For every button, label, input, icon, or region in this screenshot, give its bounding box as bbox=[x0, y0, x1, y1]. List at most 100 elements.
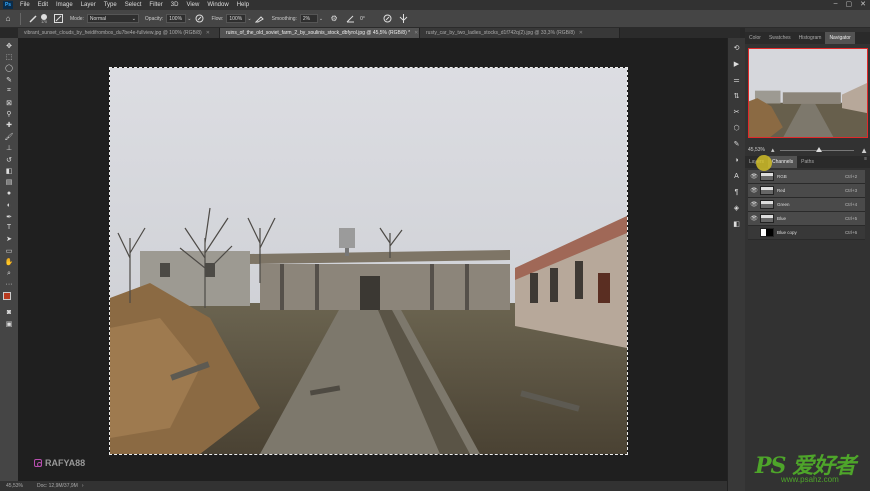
status-zoom[interactable]: 45,53% bbox=[6, 483, 23, 489]
channel-row-red[interactable]: 👁 Red Ctrl+3 bbox=[748, 184, 865, 198]
navigator-zoom-slider[interactable] bbox=[780, 146, 855, 152]
move-icon[interactable]: ✥ bbox=[2, 40, 16, 51]
eye-icon[interactable]: 👁 bbox=[750, 173, 758, 180]
gear-icon[interactable]: ⚙ bbox=[329, 14, 339, 24]
marquee-icon[interactable]: ⬚ bbox=[2, 51, 16, 62]
eye-icon[interactable]: 👁 bbox=[750, 201, 758, 208]
channel-row-blue[interactable]: 👁 Blue Ctrl+5 bbox=[748, 212, 865, 226]
paragraph-icon[interactable]: ¶ bbox=[731, 186, 743, 198]
3d-icon[interactable]: ⬡ bbox=[731, 122, 743, 134]
tab-sunset-clouds[interactable]: vibrant_sunset_clouds_by_heidifrombos_du… bbox=[18, 28, 220, 38]
brush-icon[interactable]: 🖌 bbox=[2, 131, 16, 142]
maximize-icon[interactable]: ▢ bbox=[846, 0, 853, 8]
more-icon[interactable]: ··· bbox=[2, 279, 16, 290]
brush-settings-icon[interactable] bbox=[53, 14, 63, 24]
tab-navigator[interactable]: Navigator bbox=[825, 32, 855, 44]
color-swatches[interactable] bbox=[2, 291, 16, 307]
menu-3d[interactable]: 3D bbox=[167, 2, 183, 8]
zoom-in-icon[interactable]: ▲ bbox=[860, 146, 868, 155]
minimize-icon[interactable]: – bbox=[834, 0, 838, 8]
mode-select[interactable]: Normal ⌄ bbox=[86, 14, 139, 23]
panel-menu-icon[interactable]: ≡ bbox=[864, 156, 867, 168]
smoothing-input[interactable]: 2% bbox=[299, 14, 318, 23]
path-select-icon[interactable]: ➤ bbox=[2, 234, 16, 245]
tab-soviet-farm[interactable]: ruins_of_the_old_soviet_farm_2_by_soulin… bbox=[220, 28, 420, 38]
flow-input[interactable]: 100% bbox=[226, 14, 247, 23]
libraries-icon[interactable]: ⇅ bbox=[731, 90, 743, 102]
color-wheel-icon[interactable]: ◑ bbox=[731, 154, 743, 166]
history-icon[interactable]: ⟲ bbox=[731, 42, 743, 54]
tab-rusty-car[interactable]: rusty_car_by_two_ladies_stocks_d1f742q(2… bbox=[420, 28, 620, 38]
navigator-view-frame[interactable] bbox=[748, 48, 868, 138]
navigator-zoom-value[interactable]: 45,53% bbox=[748, 147, 765, 153]
zoom-icon[interactable]: ⌕ bbox=[2, 268, 16, 279]
opacity-input[interactable]: 100% bbox=[166, 14, 187, 23]
menu-type[interactable]: Type bbox=[100, 2, 121, 8]
blur-icon[interactable]: ● bbox=[2, 188, 16, 199]
brush-size-picker[interactable]: 170 bbox=[41, 13, 47, 24]
menu-file[interactable]: File bbox=[16, 2, 34, 8]
navigator-preview[interactable] bbox=[748, 48, 868, 138]
status-arrow-icon[interactable]: › bbox=[82, 483, 84, 489]
close-icon[interactable]: ✕ bbox=[860, 0, 866, 8]
channel-row-green[interactable]: 👁 Green Ctrl+4 bbox=[748, 198, 865, 212]
pressure-size-icon[interactable] bbox=[382, 14, 392, 24]
tab-histogram[interactable]: Histogram bbox=[795, 32, 826, 44]
home-icon[interactable]: ⌂ bbox=[3, 14, 13, 24]
play-icon[interactable]: ▶ bbox=[731, 58, 743, 70]
close-icon[interactable]: ✕ bbox=[579, 30, 583, 36]
menu-image[interactable]: Image bbox=[52, 2, 77, 8]
brush-preset-icon[interactable] bbox=[28, 14, 38, 24]
tab-channels[interactable]: Channels bbox=[768, 156, 798, 168]
healing-icon[interactable]: ✚ bbox=[2, 120, 16, 131]
gradient-icon[interactable]: ▤ bbox=[2, 177, 16, 188]
zoom-out-icon[interactable]: ▴ bbox=[771, 146, 775, 154]
history-brush-icon[interactable]: ↺ bbox=[2, 154, 16, 165]
quick-mask-icon[interactable]: ◙ bbox=[2, 307, 16, 318]
photoshop-logo-icon[interactable]: Ps bbox=[3, 1, 13, 9]
pressure-opacity-icon[interactable] bbox=[194, 14, 204, 24]
menu-layer[interactable]: Layer bbox=[77, 2, 100, 8]
canvas-area[interactable]: RAFYA88 bbox=[18, 38, 740, 481]
character-icon[interactable]: A bbox=[731, 170, 743, 182]
glyphs-icon[interactable]: ◈ bbox=[731, 202, 743, 214]
dodge-icon[interactable]: ◐ bbox=[2, 199, 16, 210]
menu-select[interactable]: Select bbox=[121, 2, 146, 8]
smoothing-dropdown-icon[interactable]: ⌄ bbox=[319, 16, 323, 22]
menu-view[interactable]: View bbox=[182, 2, 203, 8]
quick-select-icon[interactable]: ✎ bbox=[2, 74, 16, 85]
screen-mode-icon[interactable]: ▣ bbox=[2, 318, 16, 329]
properties-icon[interactable]: ◧ bbox=[731, 218, 743, 230]
opacity-dropdown-icon[interactable]: ⌄ bbox=[187, 16, 191, 22]
airbrush-icon[interactable] bbox=[255, 14, 265, 24]
foreground-color-swatch[interactable] bbox=[3, 291, 11, 300]
eye-icon[interactable]: 👁 bbox=[750, 187, 758, 194]
document-image[interactable] bbox=[109, 67, 628, 455]
tools-icon[interactable]: ✂ bbox=[731, 106, 743, 118]
pen-icon[interactable]: ✒ bbox=[2, 211, 16, 222]
close-icon[interactable]: ✕ bbox=[206, 30, 210, 36]
shape-icon[interactable]: ▭ bbox=[2, 245, 16, 256]
menu-window[interactable]: Window bbox=[203, 2, 232, 8]
symmetry-icon[interactable] bbox=[398, 14, 408, 24]
crop-icon[interactable]: ⌗ bbox=[2, 86, 16, 97]
close-icon[interactable]: ✕ bbox=[414, 30, 418, 36]
menu-help[interactable]: Help bbox=[233, 2, 253, 8]
frame-icon[interactable]: ⊠ bbox=[2, 97, 16, 108]
angle-input[interactable]: 0° bbox=[358, 14, 374, 23]
eye-icon[interactable]: 👁 bbox=[750, 215, 758, 222]
menu-edit[interactable]: Edit bbox=[34, 2, 52, 8]
channel-row-blue-copy[interactable]: Blue copy Ctrl+6 bbox=[748, 226, 865, 240]
eyedropper-icon[interactable]: ⚲ bbox=[2, 108, 16, 119]
lasso-icon[interactable]: ◯ bbox=[2, 63, 16, 74]
angle-icon[interactable] bbox=[345, 14, 355, 24]
zoom-slider-handle[interactable] bbox=[815, 146, 822, 152]
stamp-icon[interactable]: ⊥ bbox=[2, 143, 16, 154]
eraser-icon[interactable]: ◧ bbox=[2, 165, 16, 176]
hand-icon[interactable]: ✋ bbox=[2, 256, 16, 267]
tab-paths[interactable]: Paths bbox=[797, 156, 818, 168]
menu-filter[interactable]: Filter bbox=[145, 2, 166, 8]
tab-swatches[interactable]: Swatches bbox=[765, 32, 795, 44]
type-icon[interactable]: T bbox=[2, 222, 16, 233]
flow-dropdown-icon[interactable]: ⌄ bbox=[247, 16, 251, 22]
